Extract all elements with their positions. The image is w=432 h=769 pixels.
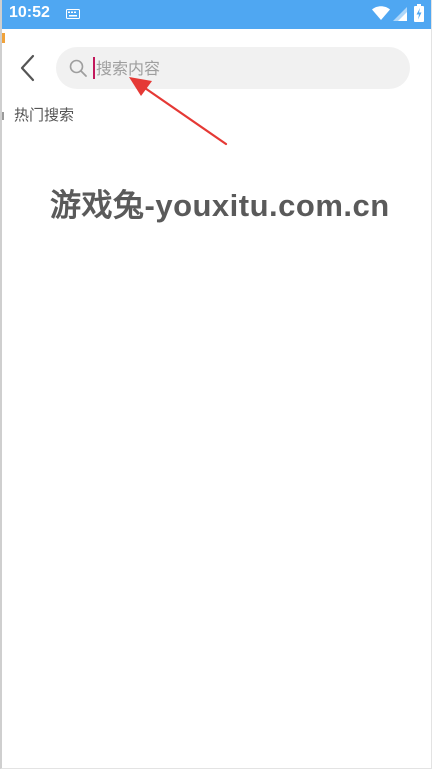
battery-charging-icon xyxy=(414,4,424,22)
search-screen: 10:52 搜索内容 热门搜索 游戏兔-youxitu.com.cn xyxy=(0,0,432,769)
search-icon xyxy=(69,59,87,77)
edge-artifact xyxy=(2,33,5,43)
chevron-left-icon xyxy=(20,54,35,82)
text-cursor xyxy=(93,57,95,79)
edge-artifact xyxy=(2,112,4,120)
cellular-signal-icon xyxy=(393,7,407,21)
wifi-icon xyxy=(372,6,390,20)
hot-search-title: 热门搜索 xyxy=(14,106,75,124)
keyboard-icon xyxy=(66,9,80,19)
search-box[interactable] xyxy=(56,47,410,89)
watermark: 游戏兔-youxitu.com.cn xyxy=(50,188,390,223)
red-arrow-annotation xyxy=(129,77,228,146)
status-bar: 10:52 xyxy=(2,0,431,29)
back-button[interactable] xyxy=(14,50,42,86)
status-time: 10:52 xyxy=(9,4,50,21)
